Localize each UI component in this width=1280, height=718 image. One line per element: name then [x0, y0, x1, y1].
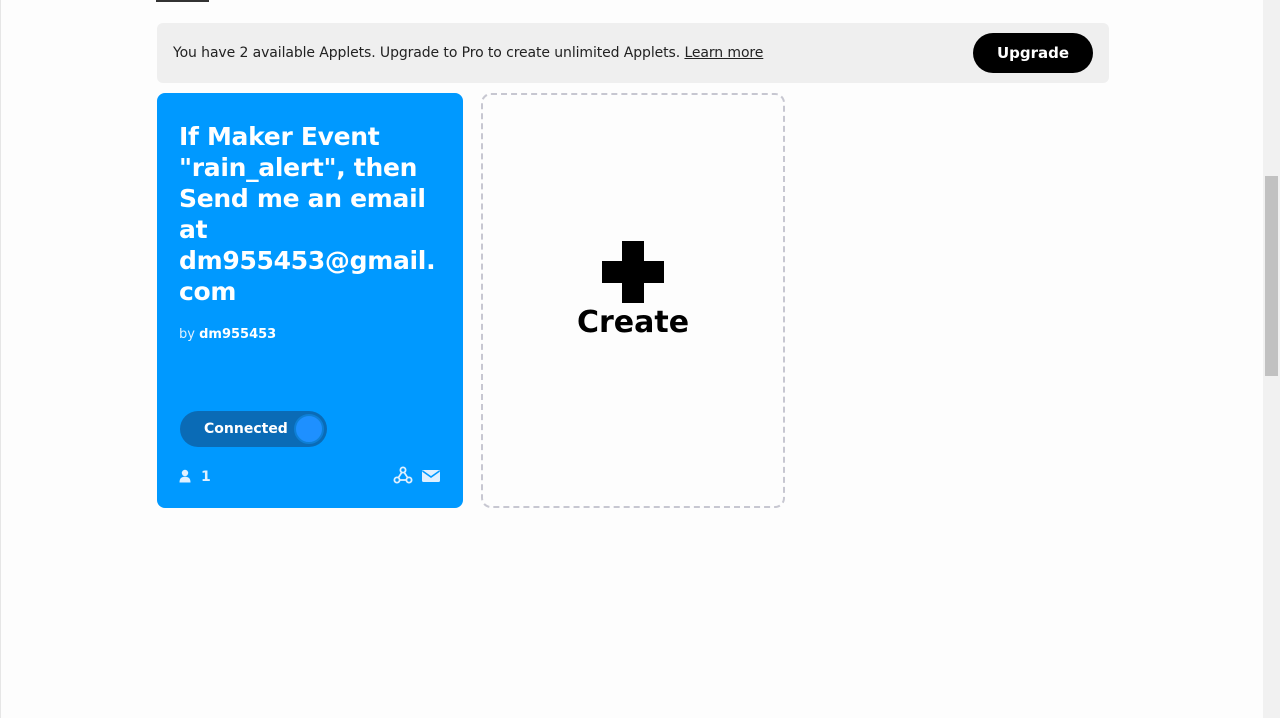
- banner-text: You have 2 available Applets. Upgrade to…: [173, 45, 763, 61]
- user-icon: [179, 468, 191, 487]
- toggle-label: Connected: [204, 421, 288, 437]
- create-label: Create: [576, 305, 690, 340]
- email-icon: [421, 468, 441, 487]
- scrollbar-thumb[interactable]: [1265, 176, 1278, 376]
- upgrade-banner: You have 2 available Applets. Upgrade to…: [157, 23, 1109, 83]
- page: You have 2 available Applets. Upgrade to…: [0, 0, 1280, 718]
- card-footer: 1: [179, 466, 441, 488]
- nav-underline: [156, 0, 209, 2]
- create-applet-card[interactable]: Create: [481, 93, 785, 508]
- applet-author: by dm955453: [179, 327, 441, 342]
- banner-message: You have 2 available Applets. Upgrade to…: [173, 45, 681, 61]
- plus-icon: [602, 241, 664, 303]
- upgrade-button[interactable]: Upgrade: [973, 33, 1093, 73]
- scrollbar-track[interactable]: [1263, 0, 1280, 718]
- author-prefix: by: [179, 327, 195, 342]
- toggle-knob: [294, 414, 324, 444]
- learn-more-link[interactable]: Learn more: [684, 45, 763, 61]
- applet-title: If Maker Event "rain_alert", then Send m…: [179, 122, 436, 306]
- service-icons: [393, 466, 441, 488]
- webhooks-icon: [393, 466, 413, 488]
- applet-card[interactable]: If Maker Event "rain_alert", then Send m…: [157, 93, 463, 508]
- connected-toggle[interactable]: Connected: [180, 411, 327, 447]
- users-count: 1: [201, 469, 211, 485]
- author-name: dm955453: [199, 327, 277, 342]
- users-count-group: 1: [179, 468, 211, 487]
